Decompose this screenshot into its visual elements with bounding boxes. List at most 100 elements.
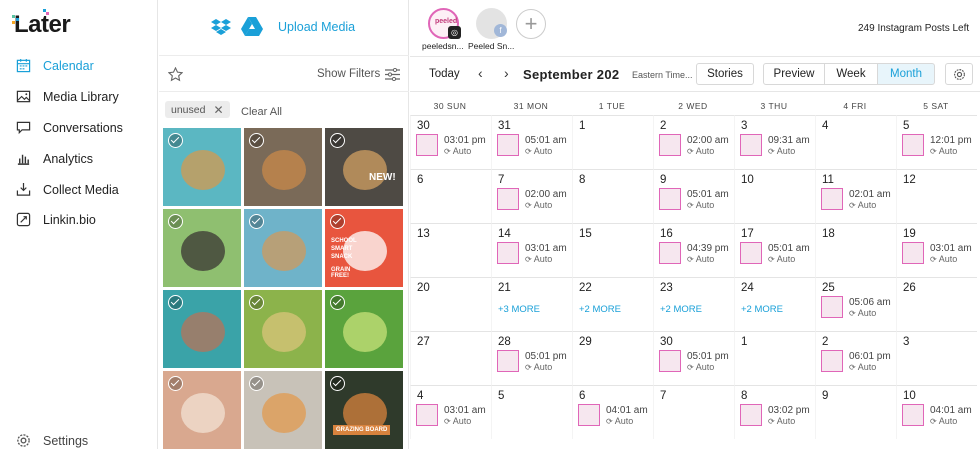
calendar-day-cell[interactable]: 10 04:01 am ⟳ Auto <box>896 385 977 439</box>
calendar-day-cell[interactable]: 23 +2 MORE <box>653 277 734 331</box>
more-posts-link[interactable]: +2 MORE <box>660 304 702 315</box>
preview-button[interactable]: Preview <box>763 63 825 85</box>
calendar-day-cell[interactable]: 3 09:31 am ⟳ Auto <box>734 115 815 169</box>
calendar-day-cell[interactable]: 4 03:01 am ⟳ Auto <box>410 385 491 439</box>
calendar-day-cell[interactable]: 15 <box>572 223 653 277</box>
scheduled-post[interactable]: 04:39 pm ⟳ Auto <box>659 242 731 272</box>
media-thumbnail[interactable] <box>244 290 322 368</box>
scheduled-post[interactable]: 03:02 pm ⟳ Auto <box>740 404 812 434</box>
calendar-day-cell[interactable]: 28 05:01 pm ⟳ Auto <box>491 331 572 385</box>
media-thumbnail[interactable] <box>244 371 322 449</box>
calendar-day-cell[interactable]: 1 <box>572 115 653 169</box>
checkmark-icon[interactable] <box>330 295 345 310</box>
scheduled-post[interactable]: 09:31 am ⟳ Auto <box>740 134 812 164</box>
calendar-day-cell[interactable]: 4 <box>815 115 896 169</box>
calendar-day-cell[interactable]: 5 12:01 pm ⟳ Auto <box>896 115 977 169</box>
calendar-day-cell[interactable]: 10 <box>734 169 815 223</box>
google-drive-icon[interactable] <box>241 17 263 36</box>
checkmark-icon[interactable] <box>168 214 183 229</box>
scheduled-post[interactable]: 03:01 am ⟳ Auto <box>497 242 569 272</box>
show-filters-button[interactable]: Show Filters <box>317 68 380 80</box>
checkmark-icon[interactable] <box>330 133 345 148</box>
month-view-button[interactable]: Month <box>877 63 935 85</box>
scheduled-post[interactable]: 04:01 am ⟳ Auto <box>578 404 650 434</box>
sidebar-item-analytics[interactable]: Analytics <box>16 151 93 166</box>
media-thumbnail[interactable] <box>163 290 241 368</box>
calendar-day-cell[interactable]: 7 02:00 am ⟳ Auto <box>491 169 572 223</box>
scheduled-post[interactable]: 05:01 am ⟳ Auto <box>659 188 731 218</box>
week-view-button[interactable]: Week <box>824 63 878 85</box>
later-logo[interactable]: Later <box>12 9 71 39</box>
more-posts-link[interactable]: +3 MORE <box>498 304 540 315</box>
media-thumbnail[interactable]: SCHOOL SMART SNACK GRAIN FREE! <box>325 209 403 287</box>
sidebar-item-calendar[interactable]: Calendar <box>16 58 94 73</box>
calendar-day-cell[interactable]: 6 <box>410 169 491 223</box>
more-posts-link[interactable]: +2 MORE <box>579 304 621 315</box>
checkmark-icon[interactable] <box>168 376 183 391</box>
media-thumbnail[interactable] <box>325 290 403 368</box>
checkmark-icon[interactable] <box>249 214 264 229</box>
media-thumbnail[interactable] <box>244 209 322 287</box>
add-account-button[interactable]: + <box>516 9 546 39</box>
scheduled-post[interactable]: 05:01 am ⟳ Auto <box>740 242 812 272</box>
scheduled-post[interactable]: 03:01 pm ⟳ Auto <box>416 134 488 164</box>
calendar-day-cell[interactable]: 9 05:01 am ⟳ Auto <box>653 169 734 223</box>
sidebar-item-collect-media[interactable]: Collect Media <box>16 182 119 197</box>
today-button[interactable]: Today <box>429 68 460 80</box>
unused-filter-tag[interactable]: unused ✕ <box>165 101 230 118</box>
media-thumbnail[interactable] <box>244 128 322 206</box>
calendar-day-cell[interactable]: 26 <box>896 277 977 331</box>
scheduled-post[interactable]: 06:01 pm ⟳ Auto <box>821 350 893 380</box>
checkmark-icon[interactable] <box>249 295 264 310</box>
media-thumbnail[interactable] <box>163 371 241 449</box>
calendar-day-cell[interactable]: 20 <box>410 277 491 331</box>
checkmark-icon[interactable] <box>168 295 183 310</box>
calendar-day-cell[interactable]: 7 <box>653 385 734 439</box>
upload-media-button[interactable]: Upload Media <box>278 20 355 34</box>
dropbox-icon[interactable] <box>211 17 231 37</box>
scheduled-post[interactable]: 05:06 am ⟳ Auto <box>821 296 893 326</box>
calendar-day-cell[interactable]: 22 +2 MORE <box>572 277 653 331</box>
calendar-day-cell[interactable]: 18 <box>815 223 896 277</box>
calendar-day-cell[interactable]: 1 <box>734 331 815 385</box>
more-posts-link[interactable]: +2 MORE <box>741 304 783 315</box>
checkmark-icon[interactable] <box>330 376 345 391</box>
settings-link[interactable]: Settings <box>16 433 88 448</box>
media-thumbnail[interactable]: NEW! <box>325 128 403 206</box>
chevron-left-icon[interactable]: ‹ <box>478 65 483 81</box>
scheduled-post[interactable]: 02:00 am ⟳ Auto <box>659 134 731 164</box>
scheduled-post[interactable]: 03:01 am ⟳ Auto <box>902 242 974 272</box>
calendar-day-cell[interactable]: 6 04:01 am ⟳ Auto <box>572 385 653 439</box>
calendar-day-cell[interactable]: 19 03:01 am ⟳ Auto <box>896 223 977 277</box>
filter-sliders-icon[interactable] <box>385 68 400 81</box>
calendar-day-cell[interactable]: 12 <box>896 169 977 223</box>
calendar-day-cell[interactable]: 2 06:01 pm ⟳ Auto <box>815 331 896 385</box>
calendar-day-cell[interactable]: 31 05:01 am ⟳ Auto <box>491 115 572 169</box>
timezone-select[interactable]: Eastern Time... <box>632 70 693 80</box>
scheduled-post[interactable]: 02:01 am ⟳ Auto <box>821 188 893 218</box>
clear-all-button[interactable]: Clear All <box>241 106 282 118</box>
calendar-day-cell[interactable]: 14 03:01 am ⟳ Auto <box>491 223 572 277</box>
close-icon[interactable]: ✕ <box>213 103 223 117</box>
calendar-day-cell[interactable]: 11 02:01 am ⟳ Auto <box>815 169 896 223</box>
sidebar-item-linkin-bio[interactable]: Linkin.bio <box>16 212 96 227</box>
sidebar-item-media-library[interactable]: Media Library <box>16 89 119 104</box>
calendar-day-cell[interactable]: 25 05:06 am ⟳ Auto <box>815 277 896 331</box>
calendar-settings-button[interactable] <box>945 63 973 85</box>
calendar-day-cell[interactable]: 16 04:39 pm ⟳ Auto <box>653 223 734 277</box>
scheduled-post[interactable]: 05:01 pm ⟳ Auto <box>659 350 731 380</box>
calendar-day-cell[interactable]: 5 <box>491 385 572 439</box>
checkmark-icon[interactable] <box>249 133 264 148</box>
calendar-day-cell[interactable]: 8 <box>572 169 653 223</box>
calendar-day-cell[interactable]: 30 05:01 pm ⟳ Auto <box>653 331 734 385</box>
scheduled-post[interactable]: 05:01 pm ⟳ Auto <box>497 350 569 380</box>
stories-button[interactable]: Stories <box>696 63 754 85</box>
calendar-day-cell[interactable]: 27 <box>410 331 491 385</box>
media-thumbnail[interactable]: GRAZING BOARD <box>325 371 403 449</box>
scheduled-post[interactable]: 03:01 am ⟳ Auto <box>416 404 488 434</box>
chevron-right-icon[interactable]: › <box>504 65 509 81</box>
calendar-day-cell[interactable]: 13 <box>410 223 491 277</box>
media-thumbnail[interactable] <box>163 128 241 206</box>
checkmark-icon[interactable] <box>330 214 345 229</box>
checkmark-icon[interactable] <box>168 133 183 148</box>
